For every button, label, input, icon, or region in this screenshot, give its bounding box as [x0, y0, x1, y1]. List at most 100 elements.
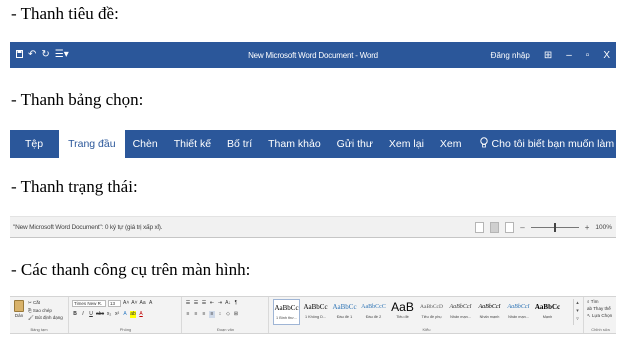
ribbon-tabs-bar: Tệp Trang đầu Chèn Thiết kế Bố trí Tham …	[10, 130, 623, 158]
tab-view[interactable]: Xem	[432, 130, 470, 158]
grow-font-button[interactable]: A˄	[123, 300, 129, 307]
search-icon: ⌕	[587, 299, 590, 304]
title-bar: ↶ ↻ ☰▾ New Microsoft Word Document - Wor…	[10, 42, 616, 68]
style-name: Đầu đề 1	[336, 315, 353, 319]
zoom-level[interactable]: 100%	[595, 224, 612, 231]
home-ribbon: Dán ✂ Cắt ⎘ Sao chép 🖌 Bút định dạng Bản…	[10, 296, 616, 334]
style-intense-emphasis[interactable]: AaBbCcI Nhấn mạn...	[505, 299, 532, 325]
sign-in-link[interactable]: Đăng nhập	[491, 51, 530, 60]
underline-button[interactable]: U	[88, 311, 94, 318]
font-group-label: Phông	[119, 327, 132, 332]
tab-review[interactable]: Xem lại	[381, 130, 432, 158]
highlight-button[interactable]: ab	[130, 311, 137, 318]
scissors-icon: ✂	[28, 300, 32, 305]
subscript-button[interactable]: x₂	[106, 311, 112, 318]
style-subtitle[interactable]: AaBbCcD Tiêu đề phụ	[418, 299, 445, 325]
caption-title-bar: - Thanh tiêu đề:	[11, 4, 119, 23]
style-name: Nhấn mạnh	[479, 315, 500, 319]
style-sample: AaBbCc	[303, 303, 328, 311]
borders-icon[interactable]: ⊞	[233, 311, 239, 318]
decrease-indent-icon[interactable]: ⇤	[209, 300, 215, 307]
paragraph-group-label: Đoạn văn	[216, 327, 235, 332]
tab-home[interactable]: Trang đầu	[59, 130, 125, 158]
align-center-icon[interactable]: ≡	[193, 311, 199, 318]
select-button[interactable]: ↖ Lựa Chọn	[587, 313, 612, 319]
tell-me-box[interactable]: Cho tôi biết bạn muốn làm gì	[470, 130, 623, 158]
style-no-spacing[interactable]: AaBbCc 1 Không D...	[302, 299, 329, 325]
clear-formatting-button[interactable]: A	[148, 300, 154, 307]
numbering-icon[interactable]: ☰	[193, 300, 199, 307]
strikethrough-button[interactable]: abc	[96, 311, 104, 318]
restore-button[interactable]: ▫	[586, 50, 590, 61]
find-label: Tìm	[590, 299, 599, 304]
editing-group-label: Chỉnh sửa	[591, 327, 610, 332]
close-button[interactable]: X	[603, 50, 610, 61]
italic-button[interactable]: I	[80, 311, 86, 318]
style-name: Mạnh	[542, 315, 553, 319]
styles-group: AaBbCc 1 Bình thư... AaBbCc 1 Không D...…	[270, 297, 584, 333]
sort-button[interactable]: A↓	[225, 300, 231, 307]
status-bar: "New Microsoft Word Document": 0 ký tự (…	[10, 216, 616, 238]
format-painter-label: Bút định dạng	[34, 315, 63, 320]
align-left-icon[interactable]: ≡	[185, 311, 191, 318]
replace-button[interactable]: ab Thay thế	[587, 306, 612, 311]
style-title[interactable]: AaB Tiêu đề	[389, 299, 416, 325]
style-heading-1[interactable]: AaBbCc Đầu đề 1	[331, 299, 358, 325]
bullets-icon[interactable]: ☰	[185, 300, 191, 307]
tab-file[interactable]: Tệp	[10, 130, 59, 158]
align-right-icon[interactable]: ≡	[201, 311, 207, 318]
paste-button[interactable]: Dán	[12, 300, 26, 318]
web-layout-button[interactable]	[505, 221, 515, 233]
ribbon-display-icon[interactable]: ⊞	[544, 50, 552, 61]
style-name: Đầu đề 2	[365, 315, 382, 319]
style-subtle-emphasis[interactable]: AaBbCcI Nhấn mạn...	[447, 299, 474, 325]
tab-design[interactable]: Thiết kế	[166, 130, 219, 158]
tab-references[interactable]: Tham khảo	[260, 130, 329, 158]
style-emphasis[interactable]: AaBbCcI Nhấn mạnh	[476, 299, 503, 325]
superscript-button[interactable]: x²	[114, 311, 120, 318]
styles-scroll[interactable]: ▴ ▾ ▿	[573, 299, 581, 325]
style-strong[interactable]: AaBbCc Mạnh	[534, 299, 561, 325]
tab-insert[interactable]: Chèn	[125, 130, 166, 158]
select-icon: ↖	[587, 313, 591, 318]
style-name: Nhấn mạn...	[450, 315, 471, 319]
read-mode-button[interactable]	[475, 221, 485, 233]
copy-button[interactable]: ⎘ Sao chép	[28, 308, 63, 313]
caption-tabs-bar: - Thanh bảng chọn:	[11, 90, 144, 109]
font-color-button[interactable]: A	[138, 311, 144, 318]
find-button[interactable]: ⌕ Tìm	[587, 299, 612, 304]
copy-label: Sao chép	[32, 308, 52, 313]
style-normal[interactable]: AaBbCc 1 Bình thư...	[273, 299, 300, 325]
clipboard-icon	[14, 300, 24, 312]
justify-icon[interactable]: ≡	[209, 311, 215, 318]
shading-icon[interactable]: ◇	[225, 311, 231, 318]
style-sample: AaBbCcC	[361, 304, 386, 310]
style-sample: AaBbCcI	[478, 304, 501, 310]
zoom-slider-thumb[interactable]	[553, 222, 556, 232]
text-effects-button[interactable]: A	[122, 311, 128, 318]
zoom-out-button[interactable]: –	[520, 223, 524, 232]
show-marks-button[interactable]: ¶	[233, 300, 239, 307]
cut-button[interactable]: ✂ Cắt	[28, 300, 63, 306]
format-painter-button[interactable]: 🖌 Bút định dạng	[28, 315, 63, 321]
zoom-slider[interactable]	[530, 222, 579, 232]
shrink-font-button[interactable]: A˅	[131, 300, 137, 307]
print-layout-button[interactable]	[490, 221, 500, 233]
bold-button[interactable]: B	[72, 311, 78, 318]
increase-indent-icon[interactable]: ⇥	[217, 300, 223, 307]
font-name-box[interactable]: Times New R.	[72, 300, 106, 307]
minimize-button[interactable]: –	[566, 50, 572, 61]
style-heading-2[interactable]: AaBbCcC Đầu đề 2	[360, 299, 387, 325]
clipboard-group-label: Bảng tạm	[30, 327, 48, 332]
replace-label: Thay thế	[593, 306, 611, 311]
font-size-box[interactable]: 13	[108, 300, 121, 307]
change-case-button[interactable]: Aa	[140, 300, 146, 307]
caption-toolbars: - Các thanh công cụ trên màn hình:	[11, 260, 251, 279]
multilevel-list-icon[interactable]: ☰	[201, 300, 207, 307]
tab-layout[interactable]: Bố trí	[219, 130, 260, 158]
style-sample: AaBbCcD	[420, 304, 443, 310]
style-name: Tiêu đề phụ	[421, 315, 442, 319]
line-spacing-icon[interactable]: ↕	[217, 311, 223, 318]
tab-mailings[interactable]: Gửi thư	[329, 130, 381, 158]
zoom-in-button[interactable]: +	[585, 223, 590, 232]
